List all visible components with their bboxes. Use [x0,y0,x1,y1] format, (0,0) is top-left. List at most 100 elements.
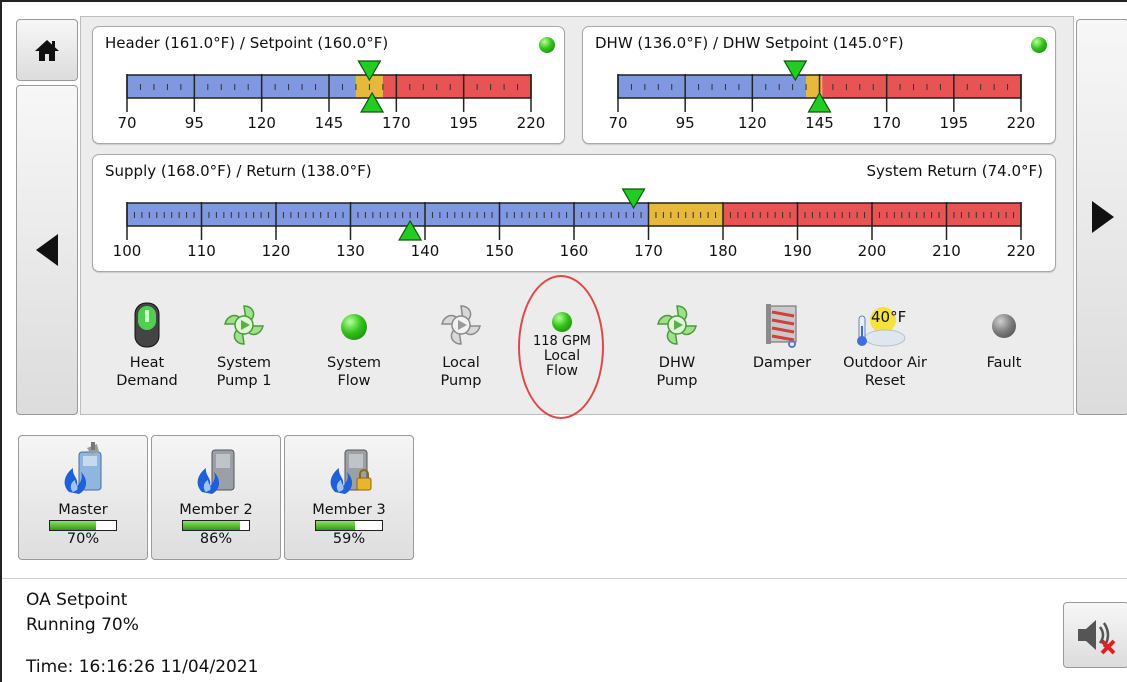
dhw-pump-indicator[interactable]: DHW Pump [632,298,722,390]
boiler-percent: 86% [199,531,233,547]
next-page-button[interactable] [1076,19,1127,415]
pump-off-icon [441,305,481,345]
green-led-icon [341,314,367,340]
gray-led-icon [992,314,1016,338]
header-gauge-scale: 70 95 120 145 170 195 220 [117,60,546,132]
local-pump-label-1: Local [442,355,480,371]
gauge-tick-label: 170 [634,242,663,260]
prev-page-button[interactable] [16,85,78,415]
local-flow-label-2: Flow [546,363,578,379]
supply-gauge-scale: 100 110 120 130 140 150 160 170 180 190 200 210 220 [113,188,1036,260]
system-flow-label-2: Flow [337,373,371,389]
boiler-load-bar [315,520,383,531]
dhw-pump-label-2: Pump [656,373,698,389]
home-icon [35,40,59,61]
boiler-tile-master[interactable]: Master 70% [18,435,148,560]
gauge-tick-label: 170 [382,114,411,132]
status-divider [2,578,1127,579]
gauge-segment-low [127,75,356,98]
boiler-load-fill [316,521,355,530]
outdoor-air-reset-label-2: Reset [864,373,906,389]
boiler-load-fill [183,521,240,530]
hmi-screen: Header (161.0°F) / Setpoint (160.0°F) 70… [0,0,1127,682]
gauge-tick-label: 220 [1007,114,1036,132]
status-running: Running 70% [26,615,139,635]
heat-demand-label-1: Heat [129,355,165,371]
supply-return-gauge: Supply (168.0°F) / Return (138.0°F) Syst… [92,154,1056,272]
dhw-gauge: DHW (136.0°F) / DHW Setpoint (145.0°F) 7… [582,26,1056,144]
boiler-load-bar [49,520,117,531]
boiler-load-bar [182,520,250,531]
local-pump-indicator[interactable]: Local Pump [416,298,506,390]
boiler-member-locked-icon [330,449,372,494]
boiler-master-icon [64,442,102,494]
fault-indicator[interactable]: Fault [959,298,1049,372]
gauge-segment-high [382,75,531,98]
gauge-tick-label: 150 [485,242,514,260]
gauge-tick-label: 160 [560,242,589,260]
fault-label: Fault [986,355,1022,371]
header-gauge: Header (161.0°F) / Setpoint (160.0°F) 70… [92,26,565,144]
gauge-tick-label: 70 [608,114,627,132]
gauge-tick-label: 195 [940,114,969,132]
damper-label: Damper [752,355,812,371]
system-flow-label-1: System [326,355,382,371]
gauge-tick-label: 120 [262,242,291,260]
local-flow-indicator[interactable]: 118 GPM Local Flow [525,312,599,379]
dhw-gauge-scale: 70 95 120 145 170 195 220 [608,60,1036,132]
gauge-tick-label: 130 [336,242,365,260]
boiler-tile-member-3[interactable]: Member 3 59% [284,435,414,560]
gauge-tick-label: 70 [117,114,136,132]
heat-demand-indicator[interactable]: Heat Demand [102,298,192,390]
mute-button[interactable] [1063,602,1127,668]
dhw-pump-label-1: DHW [658,355,696,371]
boiler-name: Master [58,502,108,518]
gauge-segment-high [822,75,1021,98]
local-pump-label-2: Pump [440,373,482,389]
pump-icon [657,305,697,345]
green-led-icon [552,312,572,332]
status-mode: OA Setpoint [26,590,128,610]
outdoor-air-reset-label-1: Outdoor Air [843,355,927,371]
gauge-tick-label: 145 [315,114,344,132]
system-pump-1-indicator[interactable]: System Pump 1 [199,298,289,390]
boiler-percent: 59% [332,531,366,547]
gauge-tick-label: 220 [1007,242,1036,260]
gauge-tick-label: 145 [805,114,834,132]
system-pump-1-label-1: System [216,355,272,371]
system-pump-1-label-2: Pump 1 [216,373,272,389]
speaker-muted-icon [1078,620,1116,655]
gauge-tick-label: 220 [517,114,546,132]
gauge-tick-label: 100 [113,242,142,260]
outdoor-air-reset-indicator[interactable]: 40°F Outdoor Air Reset [835,298,935,390]
local-flow-value: 118 GPM [532,334,592,349]
damper-indicator[interactable]: Damper [737,298,827,372]
system-flow-indicator[interactable]: System Flow [309,298,399,390]
boiler-percent: 70% [66,531,100,547]
gauge-tick-label: 95 [676,114,695,132]
gauge-tick-label: 120 [247,114,276,132]
arrow-right-icon [1091,201,1114,233]
outdoor-temp-badge: 40°F [871,308,907,326]
boiler-member-icon [197,449,235,494]
gauge-tick-label: 95 [185,114,204,132]
boiler-tile-member-2[interactable]: Member 2 86% [151,435,281,560]
heat-demand-label-2: Demand [116,373,178,389]
boiler-name: Member 2 [179,502,253,518]
damper-icon [766,304,797,348]
gauge-tick-label: 180 [709,242,738,260]
status-time: Time: 16:16:26 11/04/2021 [26,657,259,677]
gauge-tick-label: 140 [411,242,440,260]
boiler-load-fill [50,521,97,530]
gauge-tick-label: 200 [858,242,887,260]
gauge-tick-label: 170 [872,114,901,132]
switch-icon [134,302,160,348]
gauge-tick-label: 190 [783,242,812,260]
gauge-tick-label: 210 [932,242,961,260]
gauge-tick-label: 195 [449,114,478,132]
gauge-tick-label: 120 [738,114,767,132]
local-flow-label-1: Local [543,348,581,364]
gauge-tick-label: 110 [187,242,216,260]
home-button[interactable] [16,19,78,81]
boiler-name: Member 3 [312,502,386,518]
